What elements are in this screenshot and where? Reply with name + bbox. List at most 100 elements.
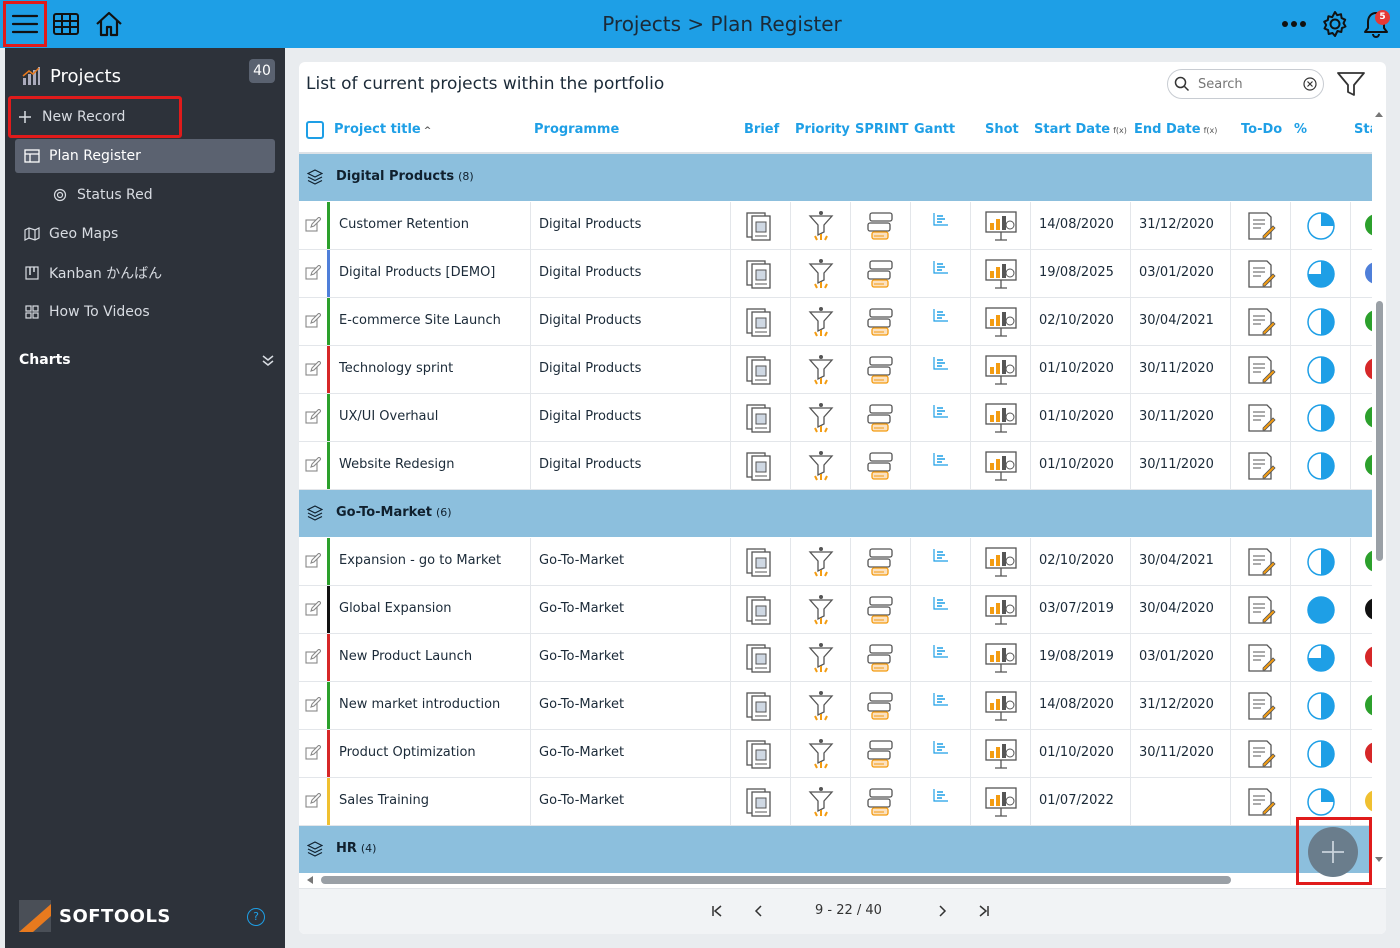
last-page-button[interactable]	[974, 901, 994, 921]
gantt-icon[interactable]	[911, 346, 971, 393]
table-row[interactable]: New market introduction Go-To-Market 14/…	[299, 682, 1372, 730]
shot-icon[interactable]	[971, 538, 1031, 585]
priority-icon[interactable]	[791, 346, 851, 393]
select-all-checkbox[interactable]	[306, 121, 324, 139]
table-row[interactable]: Digital Products [DEMO] Digital Products…	[299, 250, 1372, 298]
filter-button[interactable]	[1336, 70, 1368, 100]
column-header-percent[interactable]: %	[1294, 122, 1307, 137]
brief-icon[interactable]	[731, 298, 791, 345]
todo-icon[interactable]	[1231, 778, 1291, 825]
todo-icon[interactable]	[1231, 250, 1291, 297]
table-row[interactable]: Customer Retention Digital Products 14/0…	[299, 202, 1372, 250]
more-options-button[interactable]	[1274, 4, 1314, 44]
vertical-scrollbar[interactable]	[1373, 106, 1385, 876]
table-row[interactable]: UX/UI Overhaul Digital Products 01/10/20…	[299, 394, 1372, 442]
column-header-brief[interactable]: Brief	[744, 122, 779, 137]
group-header[interactable]: HR (4)	[299, 826, 1372, 874]
sprint-icon[interactable]	[851, 586, 911, 633]
project-title[interactable]: E-commerce Site Launch	[339, 313, 501, 328]
todo-icon[interactable]	[1231, 586, 1291, 633]
table-row[interactable]: Sales Training Go-To-Market 01/07/2022	[299, 778, 1372, 826]
brief-icon[interactable]	[731, 634, 791, 681]
project-title[interactable]: Expansion - go to Market	[339, 553, 501, 568]
sidebar-item-geo-maps[interactable]: Geo Maps	[15, 217, 275, 251]
shot-icon[interactable]	[971, 298, 1031, 345]
clear-search-icon[interactable]	[1303, 77, 1317, 91]
sprint-icon[interactable]	[851, 346, 911, 393]
project-title[interactable]: New Product Launch	[339, 649, 472, 664]
table-row[interactable]: New Product Launch Go-To-Market 19/08/20…	[299, 634, 1372, 682]
todo-icon[interactable]	[1231, 202, 1291, 249]
table-row[interactable]: Product Optimization Go-To-Market 01/10/…	[299, 730, 1372, 778]
vertical-scroll-thumb[interactable]	[1376, 301, 1383, 561]
sprint-icon[interactable]	[851, 202, 911, 249]
shot-icon[interactable]	[971, 730, 1031, 777]
column-header-todo[interactable]: To-Do	[1241, 122, 1282, 137]
column-header-gantt[interactable]: Gantt	[914, 122, 955, 137]
new-record-button[interactable]: New Record	[8, 96, 182, 138]
column-header-priority[interactable]: Priority	[795, 122, 850, 137]
horizontal-scrollbar[interactable]	[299, 874, 1372, 886]
priority-icon[interactable]	[791, 298, 851, 345]
search-input[interactable]	[1198, 76, 1294, 92]
group-header[interactable]: Go-To-Market (6)	[299, 490, 1372, 538]
brief-icon[interactable]	[731, 442, 791, 489]
gantt-icon[interactable]	[911, 298, 971, 345]
project-title[interactable]: Sales Training	[339, 793, 429, 808]
gantt-icon[interactable]	[911, 778, 971, 825]
brief-icon[interactable]	[731, 346, 791, 393]
group-header[interactable]: Digital Products (8)	[299, 154, 1372, 202]
project-title[interactable]: New market introduction	[339, 697, 500, 712]
todo-icon[interactable]	[1231, 346, 1291, 393]
notifications-button[interactable]: 5	[1356, 4, 1396, 44]
sprint-icon[interactable]	[851, 538, 911, 585]
grid-view-button[interactable]	[46, 4, 86, 44]
brief-icon[interactable]	[731, 250, 791, 297]
column-header-shot[interactable]: Shot	[985, 122, 1019, 137]
todo-icon[interactable]	[1231, 634, 1291, 681]
column-header-status[interactable]: Sta	[1354, 122, 1372, 137]
column-header-end-date[interactable]: End Date f(x)	[1134, 122, 1217, 137]
priority-icon[interactable]	[791, 730, 851, 777]
project-title[interactable]: Technology sprint	[339, 361, 453, 376]
todo-icon[interactable]	[1231, 538, 1291, 585]
table-row[interactable]: Expansion - go to Market Go-To-Market 02…	[299, 538, 1372, 586]
column-header-project-title[interactable]: Project title ^	[334, 122, 431, 137]
gantt-icon[interactable]	[911, 538, 971, 585]
shot-icon[interactable]	[971, 634, 1031, 681]
sidebar-item-plan-register[interactable]: Plan Register	[15, 139, 275, 173]
horizontal-scroll-thumb[interactable]	[321, 876, 1231, 884]
gantt-icon[interactable]	[911, 442, 971, 489]
sprint-icon[interactable]	[851, 250, 911, 297]
column-header-sprint[interactable]: SPRINT	[855, 122, 909, 137]
todo-icon[interactable]	[1231, 442, 1291, 489]
table-row[interactable]: E-commerce Site Launch Digital Products …	[299, 298, 1372, 346]
brief-icon[interactable]	[731, 538, 791, 585]
priority-icon[interactable]	[791, 202, 851, 249]
sprint-icon[interactable]	[851, 442, 911, 489]
todo-icon[interactable]	[1231, 298, 1291, 345]
priority-icon[interactable]	[791, 538, 851, 585]
shot-icon[interactable]	[971, 778, 1031, 825]
gantt-icon[interactable]	[911, 202, 971, 249]
priority-icon[interactable]	[791, 634, 851, 681]
shot-icon[interactable]	[971, 394, 1031, 441]
table-row[interactable]: Global Expansion Go-To-Market 03/07/2019…	[299, 586, 1372, 634]
first-page-button[interactable]	[707, 901, 727, 921]
priority-icon[interactable]	[791, 586, 851, 633]
brief-icon[interactable]	[731, 682, 791, 729]
prev-page-button[interactable]	[749, 901, 769, 921]
gantt-icon[interactable]	[911, 394, 971, 441]
column-header-programme[interactable]: Programme	[534, 122, 619, 137]
next-page-button[interactable]	[932, 901, 952, 921]
gantt-icon[interactable]	[911, 586, 971, 633]
shot-icon[interactable]	[971, 442, 1031, 489]
brief-icon[interactable]	[731, 586, 791, 633]
table-row[interactable]: Website Redesign Digital Products 01/10/…	[299, 442, 1372, 490]
project-title[interactable]: Customer Retention	[339, 217, 469, 232]
brief-icon[interactable]	[731, 202, 791, 249]
column-header-start-date[interactable]: Start Date f(x)	[1034, 122, 1127, 137]
brief-icon[interactable]	[731, 778, 791, 825]
gantt-icon[interactable]	[911, 250, 971, 297]
shot-icon[interactable]	[971, 250, 1031, 297]
